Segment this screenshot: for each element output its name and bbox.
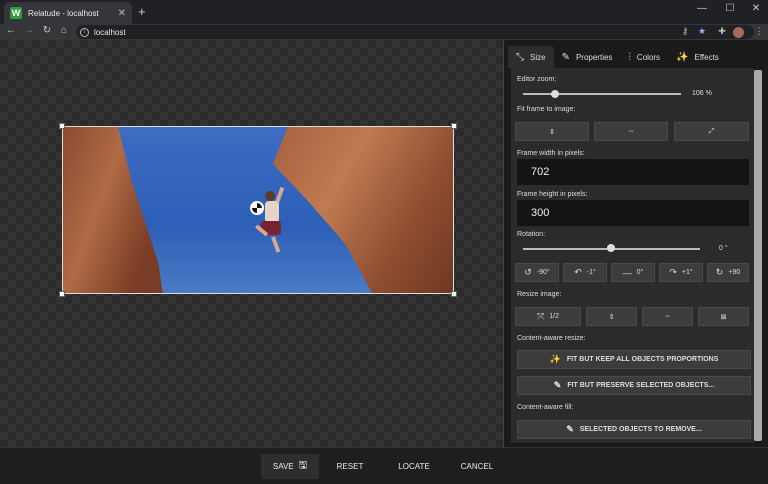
- rotate-zero-button[interactable]: —0°: [611, 263, 655, 282]
- shrink-icon: ⤧: [537, 311, 545, 321]
- rotation-value: 0 °: [719, 245, 728, 252]
- browser-tab[interactable]: W Relatude - localhost ✕: [4, 2, 132, 24]
- arrow-right-curve-icon: ↷: [669, 267, 677, 277]
- reset-button[interactable]: RESET: [326, 454, 374, 479]
- resize-handle-top-left[interactable]: [59, 123, 65, 129]
- editor-zoom-slider[interactable]: [523, 93, 681, 95]
- frame-width-label: Frame width in pixels:: [517, 150, 585, 157]
- resize-image-label: Resize image:: [517, 291, 562, 298]
- frame-width-input[interactable]: 702: [517, 159, 749, 185]
- maximize-icon[interactable]: ☐: [716, 3, 744, 14]
- expand-horizontal-icon: ⇔: [627, 128, 635, 135]
- resize-handle-bottom-left[interactable]: [59, 291, 65, 297]
- cancel-button[interactable]: CANCEL: [453, 454, 501, 479]
- climber-image: [251, 183, 293, 269]
- key-icon[interactable]: ⚷: [678, 26, 692, 37]
- minimize-icon[interactable]: —: [688, 3, 716, 14]
- rock-right-image: [273, 127, 453, 293]
- tab-properties[interactable]: ✎ Properties: [554, 46, 621, 68]
- resize-vertical-button[interactable]: ⇕: [586, 307, 637, 326]
- pencil-icon: ✎: [553, 380, 562, 390]
- editor-canvas[interactable]: [0, 40, 503, 447]
- frame-height-label: Frame height in pixels:: [517, 191, 588, 198]
- editor-zoom-thumb[interactable]: [551, 90, 559, 98]
- rotation-thumb[interactable]: [607, 244, 615, 252]
- size-tab-content: Editor zoom: 106 % Fit frame to image: ⇕…: [511, 68, 754, 443]
- star-icon[interactable]: ★: [695, 26, 709, 37]
- menu-dots-icon[interactable]: ⋮: [752, 26, 766, 37]
- favicon-icon: W: [10, 7, 22, 19]
- resize-horizontal-button[interactable]: ⇔: [642, 307, 693, 326]
- objects-to-remove-button[interactable]: ✎ SELECTED OBJECTS TO REMOVE...: [517, 420, 751, 439]
- info-icon[interactable]: i: [80, 27, 89, 37]
- url-field[interactable]: i localhost: [76, 25, 754, 39]
- fit-horizontal-button[interactable]: ⇔: [594, 122, 668, 141]
- magic-wand-icon: ✨: [676, 51, 689, 63]
- editor-zoom-label: Editor zoom:: [517, 76, 557, 83]
- address-bar: ← → ↻ ⌂ i localhost ⚷ ★ ✚: [0, 24, 768, 40]
- panel-tabs: ⤡ Size ✎ Properties ⫶ Colors ✨ Effects: [508, 46, 766, 68]
- reload-icon[interactable]: ↻: [40, 25, 54, 36]
- tab-close-icon[interactable]: ✕: [118, 8, 126, 19]
- fit-vertical-button[interactable]: ⇕: [515, 122, 589, 141]
- editor-zoom-value: 106 %: [692, 90, 712, 97]
- dash-icon: —: [622, 267, 632, 278]
- tab-size[interactable]: ⤡ Size: [508, 46, 554, 68]
- rotate-right-icon: ↻: [715, 267, 724, 277]
- fit-keep-proportions-button[interactable]: ✨ FIT BUT KEEP ALL OBJECTS PROPORTIONS: [517, 350, 751, 369]
- panel-scrollbar[interactable]: [754, 70, 762, 441]
- resize-fit-button[interactable]: ⊠: [698, 307, 749, 326]
- url-text: localhost: [94, 27, 126, 37]
- resize-handle-bottom-right[interactable]: [451, 291, 457, 297]
- pencil-icon: ✎: [566, 424, 574, 434]
- new-tab-icon[interactable]: +: [138, 5, 146, 19]
- arrow-left-curve-icon: ↶: [574, 267, 582, 277]
- expand-vertical-icon: ⇕: [549, 128, 555, 136]
- magic-wand-icon: ✨: [549, 354, 561, 364]
- fit-box-icon: ⊠: [720, 313, 727, 321]
- pencil-icon: ✎: [561, 51, 570, 63]
- forward-arrow-icon[interactable]: →: [22, 25, 36, 36]
- settings-panel: ⤡ Size ✎ Properties ⫶ Colors ✨ Effects E…: [503, 40, 768, 447]
- fit-both-button[interactable]: ⤢: [674, 122, 749, 141]
- fit-frame-label: Fit frame to image:: [517, 106, 576, 113]
- home-icon[interactable]: ⌂: [57, 25, 71, 36]
- fit-preserve-selected-button[interactable]: ✎ FIT BUT PRESERVE SELECTED OBJECTS...: [517, 376, 751, 395]
- window-close-icon[interactable]: ✕: [742, 3, 768, 14]
- tab-colors[interactable]: ⫶ Colors: [620, 46, 668, 68]
- resize-half-button[interactable]: ⤧ 1/2: [515, 307, 581, 326]
- save-button[interactable]: SAVE 🖫: [261, 454, 319, 479]
- extensions-icon[interactable]: ✚: [715, 26, 729, 37]
- browser-titlebar: W Relatude - localhost ✕ + — ☐ ✕: [0, 0, 768, 24]
- expand-horizontal-icon: ⇔: [664, 313, 671, 320]
- frame-height-input[interactable]: 300: [517, 200, 749, 226]
- focal-point-icon[interactable]: [250, 201, 264, 215]
- tab-effects[interactable]: ✨ Effects: [668, 46, 727, 68]
- profile-avatar[interactable]: [733, 27, 744, 38]
- floppy-disk-icon: 🖫: [298, 460, 308, 471]
- action-bar: SAVE 🖫 RESET LOCATE CANCEL: [0, 447, 768, 484]
- back-arrow-icon[interactable]: ←: [4, 25, 18, 36]
- content-aware-resize-label: Content-aware resize:: [517, 335, 586, 342]
- expand-all-icon: ⤢: [708, 127, 715, 135]
- sliders-icon: ⫶: [628, 51, 631, 63]
- rotate-plus-1-button[interactable]: ↷ +1°: [659, 263, 703, 282]
- rotate-minus-90-button[interactable]: ↺ -90°: [515, 263, 559, 282]
- resize-handle-top-right[interactable]: [451, 123, 457, 129]
- rotate-plus-90-button[interactable]: ↻ +90: [707, 263, 749, 282]
- expand-vertical-icon: ⇕: [608, 313, 615, 321]
- rotate-left-icon: ↺: [524, 267, 532, 277]
- rock-left-image: [63, 127, 163, 293]
- rotation-label: Rotation:: [517, 231, 546, 238]
- rotate-minus-1-button[interactable]: ↶ -1°: [563, 263, 607, 282]
- tab-title: Relatude - localhost: [28, 8, 99, 18]
- content-aware-fill-label: Content-aware fill:: [517, 404, 574, 411]
- resize-icon: ⤡: [516, 51, 524, 63]
- locate-button[interactable]: LOCATE: [390, 454, 438, 479]
